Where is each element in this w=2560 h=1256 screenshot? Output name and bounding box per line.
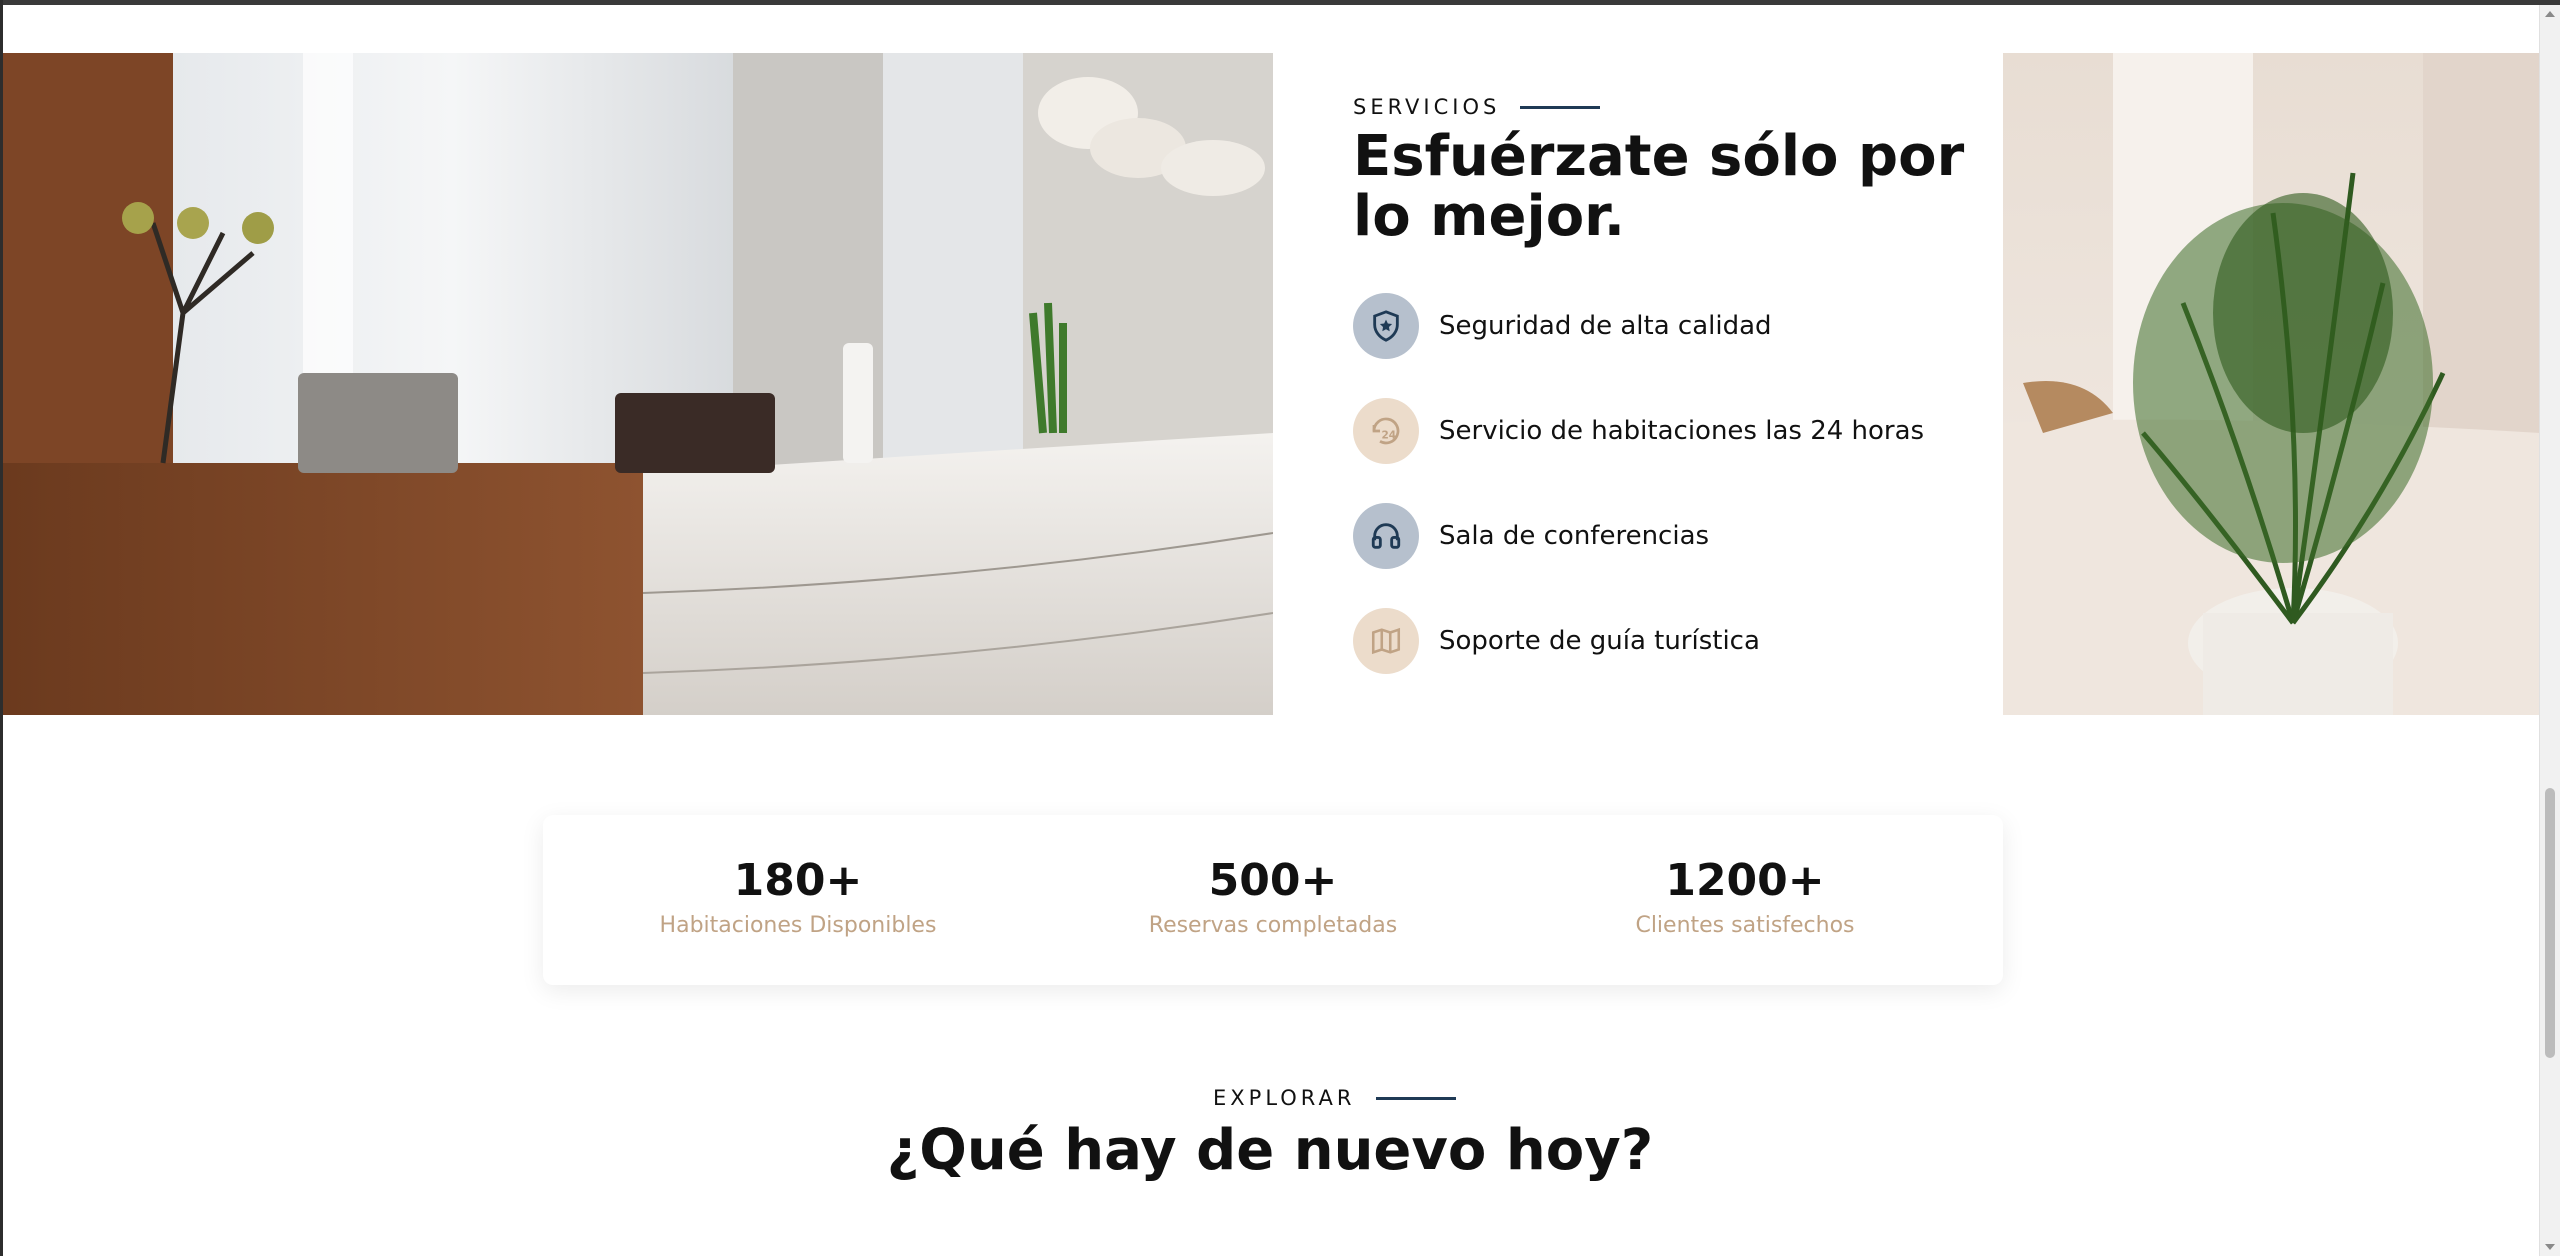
stat-completed-bookings: 500+ Reservas completadas [1073,855,1473,938]
window-top-border [0,0,2560,5]
explore-eyebrow-text: EXPLORAR [1213,1086,1356,1110]
scrollbar-thumb[interactable] [2545,788,2555,1058]
eyebrow-line [1375,1096,1456,1100]
stats-card: 180+ Habitaciones Disponibles 500+ Reser… [543,815,2003,985]
stat-caption: Clientes satisfechos [1635,913,1855,938]
explore-title: ¿Qué hay de nuevo hoy? [886,1118,1654,1183]
feature-24h-room-service: 24 Servicio de habitaciones las 24 horas [1353,398,1924,464]
stat-caption: Habitaciones Disponibles [659,913,937,938]
hotel-lobby-plant-image [2003,53,2540,715]
feature-security: Seguridad de alta calidad [1353,293,1772,359]
services-section: SERVICIOS Esfuérzate sólo por lo mejor. … [1353,53,1993,715]
feature-label: Seguridad de alta calidad [1439,311,1772,341]
scroll-down-arrow-icon[interactable] [2545,1244,2555,1250]
stat-caption: Reservas completadas [1148,913,1398,938]
services-eyebrow-text: SERVICIOS [1353,95,1501,119]
feature-label: Sala de conferencias [1439,521,1710,551]
feature-label: Soporte de guía turística [1439,626,1760,656]
stat-rooms-available: 180+ Habitaciones Disponibles [598,855,998,938]
stat-satisfied-clients: 1200+ Clientes satisfechos [1545,855,1945,938]
headphones-icon [1353,503,1419,569]
explore-eyebrow: EXPLORAR [1213,1086,1456,1110]
stat-value: 500+ [1208,855,1338,906]
svg-text:24: 24 [1382,430,1397,442]
feature-conference-room: Sala de conferencias [1353,503,1709,569]
stat-value: 1200+ [1665,855,1825,906]
feature-tour-guide: Soporte de guía turística [1353,608,1760,674]
plant-illustration [2003,53,2540,715]
feature-label: Servicio de habitaciones las 24 horas [1439,416,1925,446]
hotel-reception-image [3,53,1273,715]
stat-value: 180+ [733,855,863,906]
page-scrollbar[interactable] [2539,5,2560,1256]
eyebrow-line [1520,105,1601,109]
services-title: Esfuérzate sólo por lo mejor. [1353,124,1965,249]
services-eyebrow: SERVICIOS [1353,95,1601,119]
map-icon [1353,608,1419,674]
reception-illustration [3,53,1273,715]
24h-service-icon: 24 [1353,398,1419,464]
shield-star-icon [1353,293,1419,359]
scroll-up-arrow-icon[interactable] [2545,11,2555,17]
